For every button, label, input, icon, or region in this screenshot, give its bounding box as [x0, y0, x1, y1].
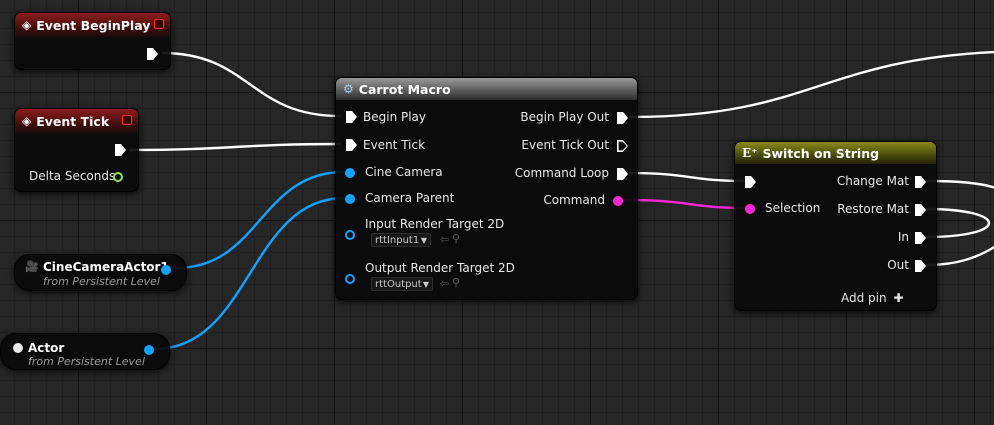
add-pin-button[interactable]: Add pin ✚ — [841, 291, 904, 305]
wire-beginplayout-offscreen — [628, 50, 994, 119]
begin-play-out-pin[interactable] — [617, 112, 628, 124]
carrot-macro-header[interactable]: ⚙ Carrot Macro — [336, 78, 637, 100]
chevron-down-icon: ▼ — [420, 236, 427, 245]
begin-play-out-label: Begin Play Out — [520, 110, 609, 124]
out-out-pin[interactable] — [915, 260, 926, 272]
event-tick-out-pin[interactable] — [617, 140, 628, 152]
exec-in-pin[interactable] — [745, 176, 756, 188]
switch-on-string-header[interactable]: E⁺ Switch on String — [735, 142, 936, 164]
wire-cinecamera-to-macro — [174, 170, 346, 270]
output-render-target-dropdown[interactable]: rttOutput ▼ — [371, 277, 433, 291]
event-tick-out-label: Event Tick Out — [521, 138, 609, 152]
input-render-target-label: Input Render Target 2D — [365, 217, 505, 231]
exec-out-pin[interactable] — [147, 48, 158, 60]
wire-tick-to-macro — [128, 142, 342, 152]
command-loop-out-pin[interactable] — [617, 168, 628, 180]
event-beginplay-node[interactable]: ◈ Event BeginPlay — [14, 12, 171, 70]
use-selected-arrow-icon[interactable]: ⇦ — [440, 233, 449, 246]
in-out-pin[interactable] — [915, 232, 926, 244]
switch-on-string-title: Switch on String — [762, 145, 880, 161]
event-tick-node[interactable]: ◈ Event Tick Delta Seconds — [14, 108, 139, 192]
selection-label: Selection — [765, 201, 821, 215]
cine-camera-actor-out-pin[interactable] — [161, 265, 171, 275]
cine-camera-actor-title: CineCameraActor1 — [43, 260, 169, 274]
input-render-target-value: rttInput1 — [375, 235, 420, 246]
camera-parent-in-label: Camera Parent — [365, 191, 455, 205]
chevron-down-icon: ▼ — [422, 280, 429, 289]
event-tick-title: Event Tick — [36, 113, 110, 129]
camera-parent-in-pin[interactable] — [345, 194, 355, 204]
event-diamond-icon: ◈ — [22, 114, 32, 128]
restore-mat-out-pin[interactable] — [915, 204, 926, 216]
command-out-pin[interactable] — [613, 196, 623, 206]
selection-in-pin[interactable] — [745, 204, 755, 214]
input-render-target-pin[interactable] — [345, 230, 355, 240]
actor-node[interactable]: Actor from Persistent Level — [0, 333, 170, 370]
breakpoint-stop-icon — [122, 115, 132, 125]
output-render-target-value: rttOutput — [375, 279, 422, 290]
plus-icon: ✚ — [893, 291, 904, 305]
begin-play-in-pin[interactable] — [346, 111, 357, 123]
cine-camera-actor-subtitle: from Persistent Level — [43, 275, 160, 288]
wire-beginplay-to-macro — [160, 51, 342, 118]
carrot-macro-title: Carrot Macro — [358, 81, 451, 97]
cine-camera-actor-node[interactable]: 🎥 CineCameraActor1 from Persistent Level — [14, 254, 187, 291]
cine-camera-in-label: Cine Camera — [365, 165, 443, 179]
wire-command-to-selection — [624, 198, 747, 210]
event-diamond-icon: ◈ — [22, 18, 32, 32]
add-pin-label: Add pin — [841, 291, 887, 305]
delta-seconds-pin[interactable] — [113, 172, 123, 182]
out-label: Out — [887, 258, 909, 272]
event-beginplay-title: Event BeginPlay — [36, 17, 151, 33]
restore-mat-label: Restore Mat — [837, 202, 909, 216]
cine-camera-in-pin[interactable] — [345, 168, 355, 178]
switch-on-string-node[interactable]: E⁺ Switch on String Selection Change Mat… — [734, 141, 937, 311]
change-mat-out-pin[interactable] — [915, 176, 926, 188]
in-label: In — [897, 230, 909, 244]
gear-icon: ⚙ — [343, 82, 354, 96]
delta-seconds-label: Delta Seconds — [29, 169, 116, 183]
output-render-target-label: Output Render Target 2D — [365, 261, 515, 275]
event-tick-header[interactable]: ◈ Event Tick — [15, 109, 138, 133]
event-beginplay-header[interactable]: ◈ Event BeginPlay — [15, 13, 170, 37]
actor-out-pin[interactable] — [144, 345, 154, 355]
output-render-target-pin[interactable] — [345, 274, 355, 284]
command-out-label: Command — [543, 193, 605, 207]
browse-search-icon[interactable]: ⚲ — [452, 232, 460, 245]
input-render-target-dropdown[interactable]: rttInput1 ▼ — [371, 233, 431, 247]
event-tick-in-label: Event Tick — [363, 138, 426, 152]
actor-subtitle: from Persistent Level — [28, 355, 145, 368]
event-tick-in-pin[interactable] — [346, 139, 357, 151]
switch-icon: E⁺ — [742, 146, 758, 160]
camera-icon: 🎥 — [25, 260, 39, 273]
wire-commandloop-to-switch — [628, 171, 747, 183]
browse-search-icon[interactable]: ⚲ — [452, 276, 460, 289]
sphere-icon — [13, 343, 23, 353]
command-loop-out-label: Command Loop — [514, 166, 609, 180]
change-mat-label: Change Mat — [836, 174, 909, 188]
breakpoint-stop-icon — [154, 19, 164, 29]
exec-out-pin[interactable] — [115, 144, 126, 156]
carrot-macro-node[interactable]: ⚙ Carrot Macro Begin Play Event Tick Cin… — [335, 77, 638, 300]
begin-play-in-label: Begin Play — [363, 110, 427, 124]
use-selected-arrow-icon[interactable]: ⇦ — [440, 277, 449, 290]
actor-title: Actor — [28, 341, 65, 355]
